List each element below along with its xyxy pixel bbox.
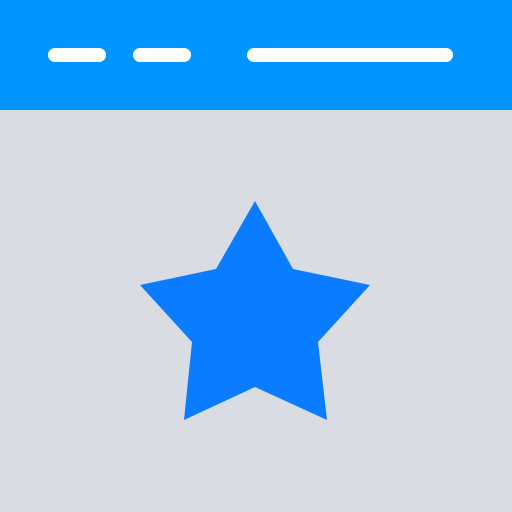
star-icon bbox=[140, 201, 370, 420]
star-shape bbox=[140, 201, 370, 420]
browser-window bbox=[0, 0, 512, 512]
